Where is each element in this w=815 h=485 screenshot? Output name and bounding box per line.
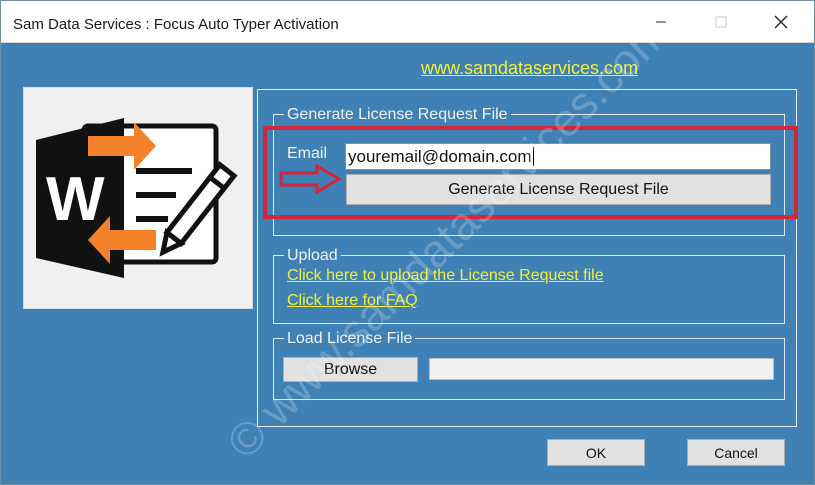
minimize-icon: [656, 21, 666, 22]
highlight-annotation: [263, 126, 798, 219]
activation-window: Sam Data Services : Focus Auto Typer Act…: [0, 0, 815, 485]
title-bar[interactable]: Sam Data Services : Focus Auto Typer Act…: [1, 1, 814, 43]
close-icon: [774, 15, 788, 28]
close-button[interactable]: [758, 1, 804, 42]
word-auto-typer-logo-icon: W: [36, 118, 238, 278]
website-link[interactable]: www.samdataservices.com: [421, 58, 638, 79]
maximize-icon: [715, 16, 727, 27]
load-group-legend: Load License File: [284, 330, 416, 348]
upload-group-legend: Upload: [284, 247, 341, 265]
minimize-button[interactable]: [638, 1, 684, 42]
upload-group: Upload: [273, 247, 785, 324]
svg-text:W: W: [46, 165, 105, 234]
upload-request-link[interactable]: Click here to upload the License Request…: [287, 267, 604, 285]
faq-link[interactable]: Click here for FAQ: [287, 292, 418, 310]
app-logo: W: [23, 87, 253, 309]
cancel-button[interactable]: Cancel: [687, 439, 785, 466]
ok-button[interactable]: OK: [547, 439, 645, 466]
maximize-button[interactable]: [698, 1, 744, 42]
window-title: Sam Data Services : Focus Auto Typer Act…: [13, 16, 339, 33]
generate-group-legend: Generate License Request File: [284, 106, 511, 124]
license-file-path-field[interactable]: [429, 358, 774, 380]
browse-button[interactable]: Browse: [283, 357, 418, 382]
